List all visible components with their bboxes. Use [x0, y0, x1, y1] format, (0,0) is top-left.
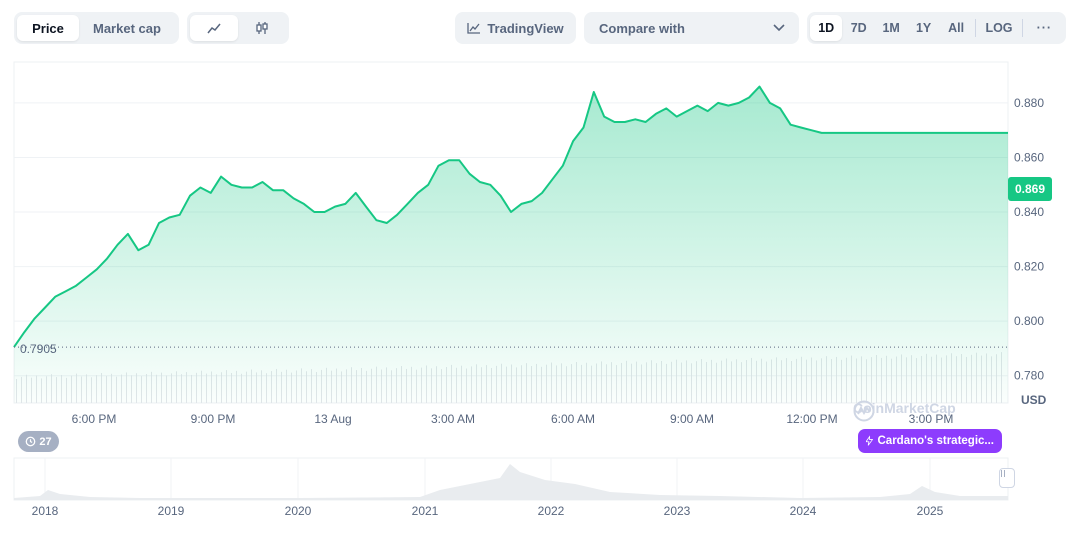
price-chart-svg: 0.780 0.800 0.820 0.840 0.860 0.880 0.7905 6:00…: [13, 61, 1044, 426]
tab-market-cap[interactable]: Market cap: [79, 15, 175, 41]
range-1d[interactable]: 1D: [810, 15, 843, 41]
tradingview-label: TradingView: [487, 20, 564, 36]
drag-handle-icon: [1001, 470, 1005, 477]
y-tick-label: 0.860: [1014, 150, 1044, 164]
y-tick-label: 0.820: [1014, 260, 1044, 274]
compare-with-dropdown[interactable]: Compare with: [584, 12, 799, 44]
time-navigator[interactable]: 2018 2019 2020 2021 2022 2023 2024 2025: [0, 456, 1080, 537]
navigator-year-label: 2019: [158, 504, 185, 518]
y-tick-label: 0.780: [1014, 369, 1044, 383]
navigator-year-label: 2024: [790, 504, 817, 518]
x-tick-label: 9:00 PM: [191, 412, 236, 426]
line-chart-icon: [207, 23, 221, 34]
chart-kind-toggle: [187, 12, 289, 44]
x-tick-label: 6:00 PM: [72, 412, 117, 426]
currency-label: USD: [1021, 393, 1047, 407]
candlestick-chart-button[interactable]: [238, 15, 286, 41]
line-chart-button[interactable]: [190, 15, 238, 41]
y-tick-label: 0.840: [1014, 205, 1044, 219]
lightning-icon: [866, 435, 873, 446]
history-clock-icon: [26, 436, 36, 447]
events-badge[interactable]: 27: [18, 431, 59, 452]
navigator-year-label: 2025: [917, 504, 944, 518]
tradingview-button[interactable]: TradingView: [455, 12, 576, 44]
range-7d[interactable]: 7D: [842, 15, 874, 41]
open-price-label: 0.7905: [20, 342, 57, 356]
current-price-tag: 0.869: [1008, 176, 1052, 201]
navigator-year-label: 2022: [538, 504, 565, 518]
coinmarketcap-logo-icon: [853, 400, 875, 422]
navigator-year-label: 2018: [32, 504, 59, 518]
x-tick-label: 9:00 AM: [670, 412, 714, 426]
y-tick-label: 0.800: [1014, 314, 1044, 328]
compare-label: Compare with: [599, 20, 685, 36]
time-range-selector: 1D 7D 1M 1Y All LOG ···: [807, 12, 1066, 44]
range-1y[interactable]: 1Y: [907, 15, 939, 41]
range-divider: [1021, 19, 1023, 37]
navigator-drag-handle[interactable]: [999, 468, 1015, 488]
x-tick-label: 3:00 AM: [431, 412, 475, 426]
range-1m[interactable]: 1M: [875, 15, 907, 41]
navigator-year-label: 2023: [664, 504, 691, 518]
more-options-button[interactable]: ···: [1026, 15, 1063, 41]
range-divider: [975, 19, 977, 37]
news-label: Cardano's strategic...: [877, 435, 995, 447]
events-count: 27: [39, 435, 52, 448]
range-all[interactable]: All: [940, 15, 972, 41]
chart-toolbar: Price Market cap TradingView Compare wit…: [0, 0, 1080, 56]
navigator-year-label: 2021: [412, 504, 439, 518]
log-scale-toggle[interactable]: LOG: [979, 15, 1018, 41]
x-tick-label: 12:00 PM: [786, 412, 837, 426]
x-tick-label: 6:00 AM: [551, 412, 595, 426]
tradingview-chart-icon: [467, 23, 481, 34]
chart-type-toggle: Price Market cap: [14, 12, 179, 44]
navigator-area: [14, 464, 1008, 500]
navigator-svg: 2018 2019 2020 2021 2022 2023 2024 2025: [13, 457, 1009, 518]
price-area-fill: [14, 86, 1008, 403]
price-chart[interactable]: 0.780 0.800 0.820 0.840 0.860 0.880 0.7905 6:00…: [0, 56, 1080, 428]
candlestick-icon: [256, 22, 268, 34]
x-tick-label: 13 Aug: [314, 412, 351, 426]
navigator-year-label: 2020: [285, 504, 312, 518]
y-tick-label: 0.880: [1014, 96, 1044, 110]
coinmarketcap-watermark: CoinMarketCap: [853, 400, 956, 422]
tab-price[interactable]: Price: [17, 15, 79, 41]
chevron-down-icon: [773, 24, 785, 32]
news-event-badge[interactable]: Cardano's strategic...: [858, 429, 1002, 453]
